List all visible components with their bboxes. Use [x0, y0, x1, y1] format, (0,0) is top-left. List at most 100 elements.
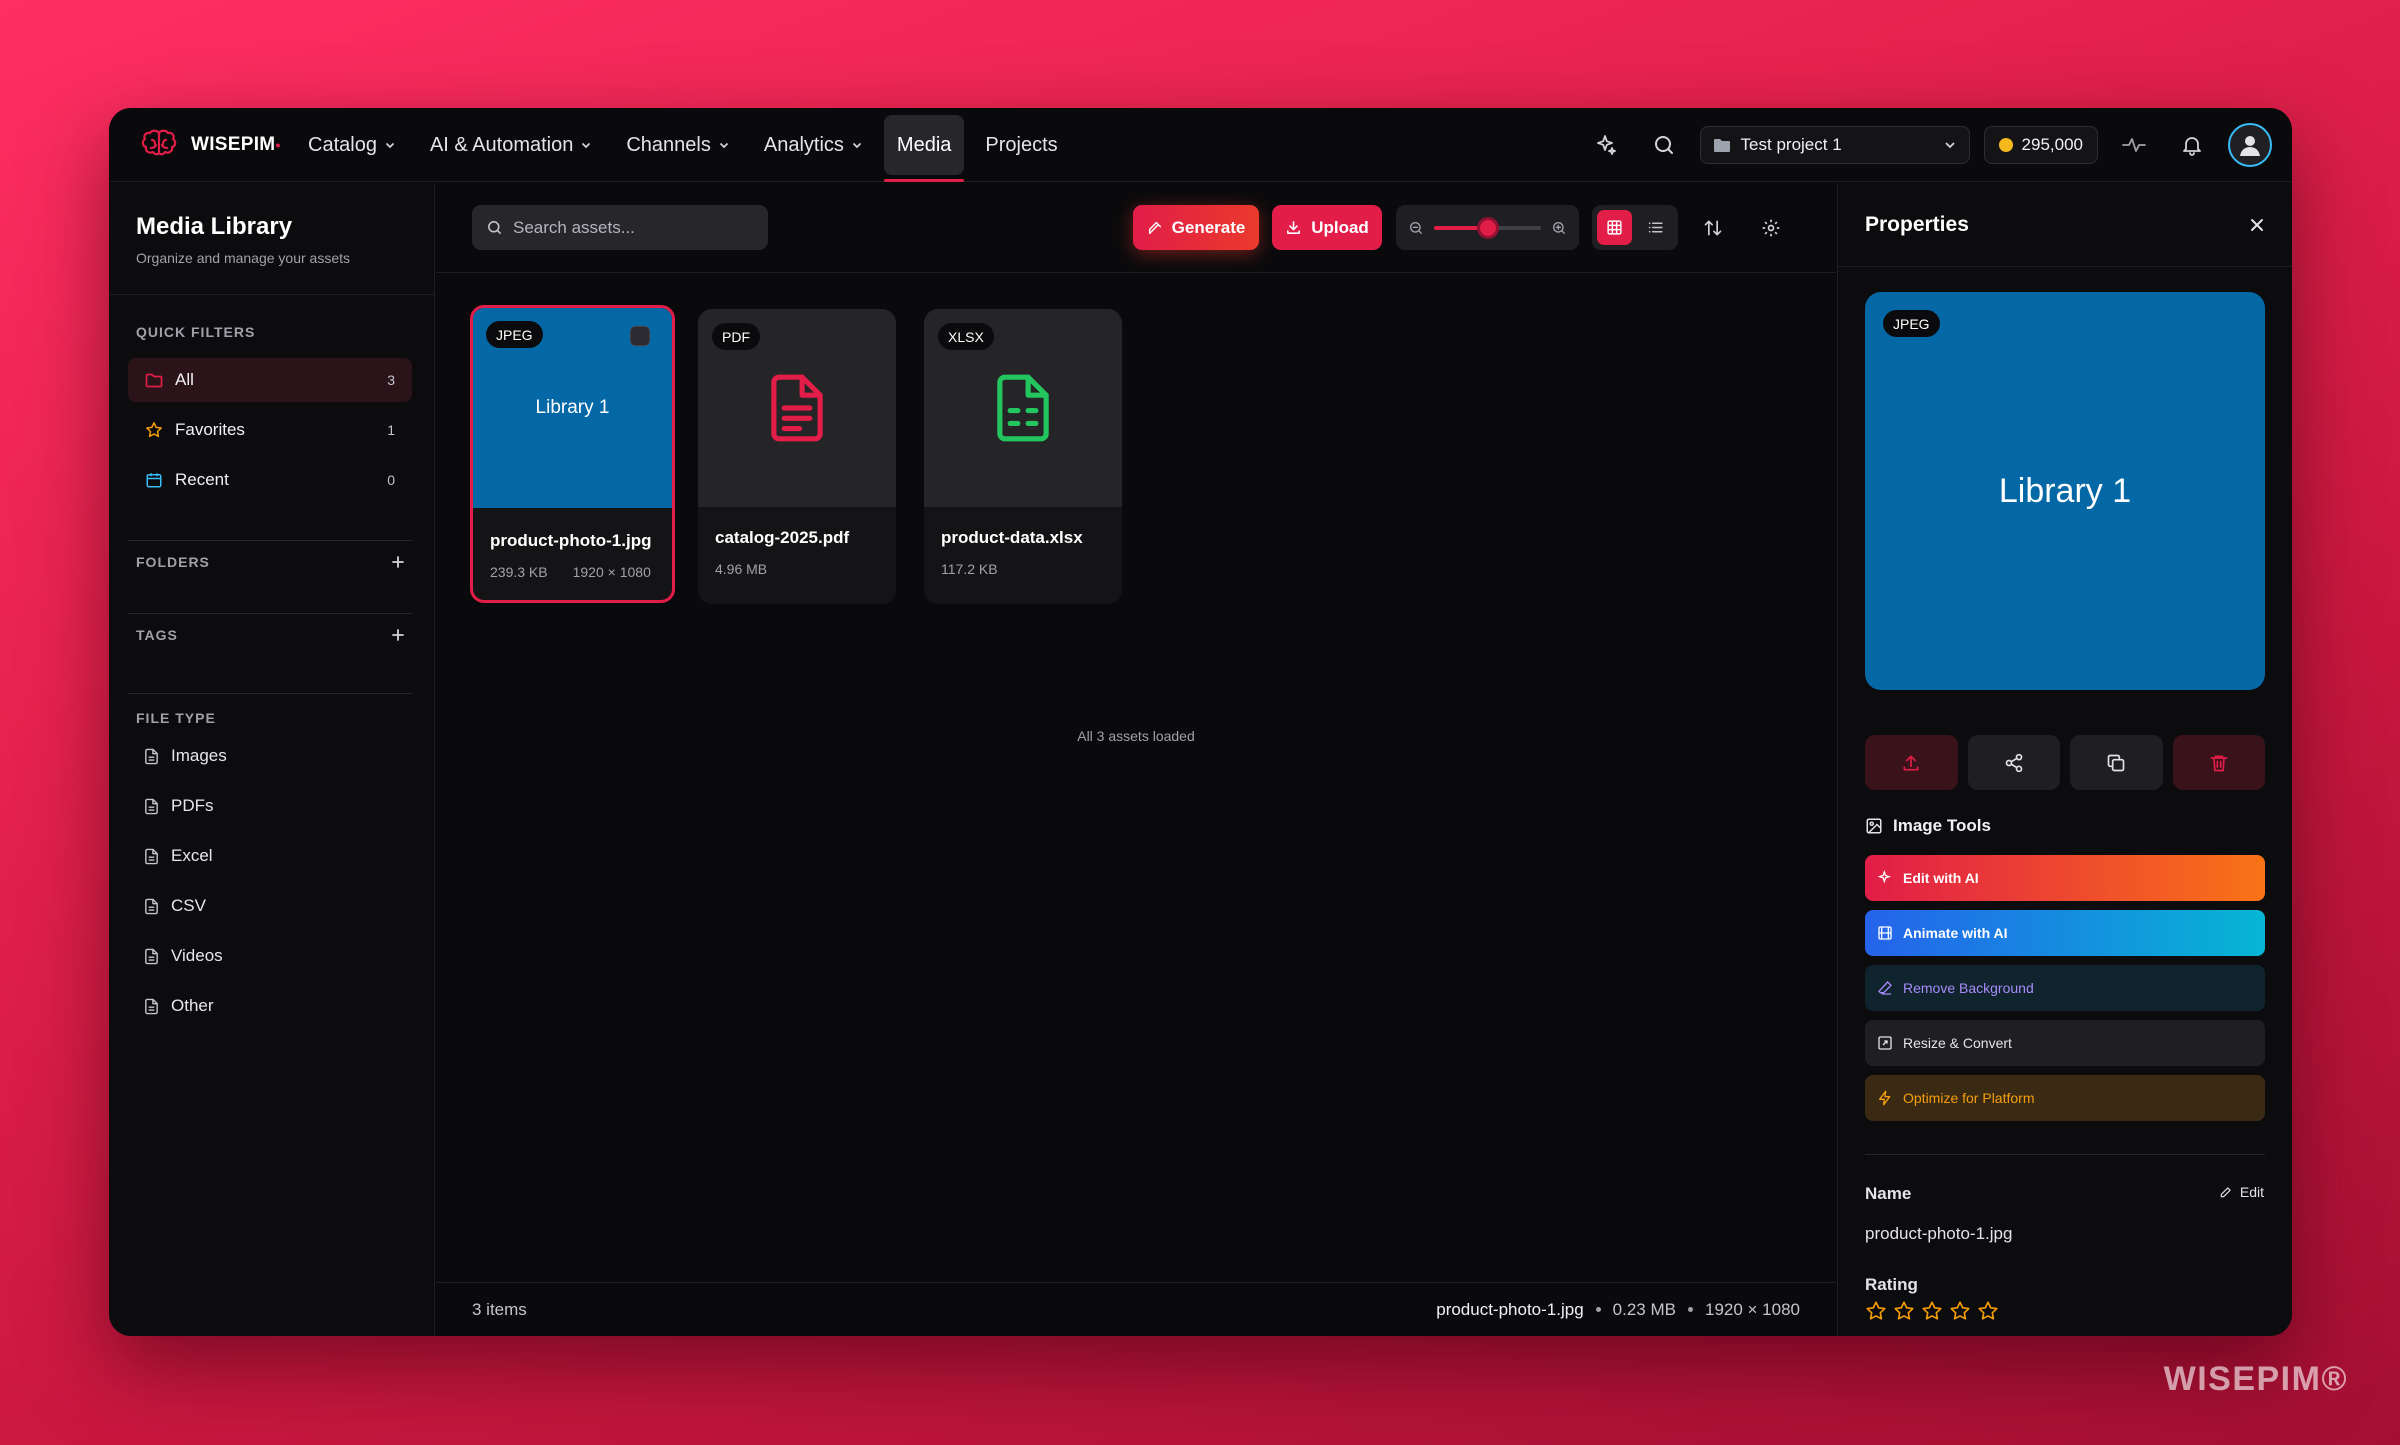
file-type-label: Images — [171, 746, 227, 765]
chevron-down-icon — [580, 139, 592, 151]
nav-item-catalog[interactable]: Catalog — [295, 115, 409, 175]
nav-item-ai-automation[interactable]: AI & Automation — [417, 115, 605, 175]
file-icon — [144, 748, 159, 765]
nav-item-label: Projects — [985, 133, 1058, 156]
image-tools-header: Image Tools — [1865, 816, 1991, 836]
export-button[interactable] — [1865, 735, 1958, 790]
optimize-platform-button[interactable]: Optimize for Platform — [1865, 1075, 2265, 1121]
add-tag-button[interactable] — [390, 627, 406, 643]
generate-button[interactable]: Generate — [1133, 205, 1259, 250]
close-icon[interactable] — [2249, 217, 2265, 233]
zoom-slider[interactable] — [1434, 216, 1541, 239]
asset-size: 239.3 KB — [490, 564, 548, 580]
nav-item-analytics[interactable]: Analytics — [751, 115, 876, 175]
ai-sparkles-button[interactable] — [1584, 123, 1628, 167]
properties-panel: Properties JPEG Library 1 Image Tools Ed… — [1837, 183, 2292, 1336]
zoom-out-icon[interactable] — [1408, 220, 1424, 236]
search-icon — [1652, 133, 1676, 157]
star-icon[interactable] — [1893, 1300, 1915, 1322]
credits-value: 295,000 — [2021, 135, 2083, 154]
activity-button[interactable] — [2112, 123, 2156, 167]
file-icon — [144, 898, 159, 915]
pencil-icon — [2219, 1185, 2233, 1199]
user-avatar[interactable] — [2228, 123, 2272, 167]
resize-convert-button[interactable]: Resize & Convert — [1865, 1020, 2265, 1066]
grid-view-button[interactable] — [1597, 210, 1632, 245]
pdf-file-icon — [766, 372, 828, 444]
remove-background-button[interactable]: Remove Background — [1865, 965, 2265, 1011]
delete-button[interactable] — [2172, 735, 2265, 790]
zoom-in-icon[interactable] — [1551, 220, 1567, 236]
asset-preview: JPEG Library 1 — [1865, 292, 2265, 690]
star-icon[interactable] — [1949, 1300, 1971, 1322]
add-folder-button[interactable] — [390, 554, 406, 570]
chevron-down-icon — [384, 139, 396, 151]
nav-item-label: Analytics — [763, 133, 844, 156]
folders-label: FOLDERS — [136, 554, 210, 570]
star-icon[interactable] — [1921, 1300, 1943, 1322]
sort-button[interactable] — [1690, 205, 1735, 250]
sparkles-icon — [1877, 870, 1893, 886]
media-sidebar: Media Library Organize and manage your a… — [109, 183, 435, 1336]
file-icon — [144, 848, 159, 865]
settings-button[interactable] — [1748, 205, 1793, 250]
filter-recent[interactable]: Recent 0 — [128, 458, 412, 502]
logo[interactable]: WISEPIM• — [139, 108, 281, 182]
notifications-button[interactable] — [2170, 123, 2214, 167]
asset-dimensions: 1920 × 1080 — [572, 564, 651, 580]
share-button[interactable] — [1967, 735, 2060, 790]
name-label: Name — [1865, 1184, 1912, 1203]
filter-label: Favorites — [175, 420, 245, 439]
star-icon[interactable] — [1865, 1300, 1887, 1322]
file-type-videos[interactable]: Videos — [144, 946, 223, 966]
file-type-csv[interactable]: CSV — [144, 896, 206, 916]
asset-size: 4.96 MB — [715, 561, 768, 577]
activity-icon — [2121, 133, 2147, 157]
folders-section: FOLDERS — [136, 554, 406, 570]
asset-size: 117.2 KB — [941, 561, 998, 577]
edit-with-ai-button[interactable]: Edit with AI — [1865, 855, 2265, 901]
file-type-images[interactable]: Images — [144, 746, 227, 766]
zoom-control — [1396, 205, 1579, 250]
download-icon — [1285, 219, 1302, 236]
global-search-button[interactable] — [1642, 123, 1686, 167]
file-icon — [144, 948, 159, 965]
divider — [128, 613, 412, 614]
list-view-button[interactable] — [1638, 210, 1673, 245]
asset-name: product-photo-1.jpg — [490, 531, 652, 550]
asset-card[interactable]: Library 1 JPEG product-photo-1.jpg 239.3… — [470, 305, 675, 603]
file-type-excel[interactable]: Excel — [144, 846, 213, 866]
asset-meta: 4.96 MB — [715, 561, 767, 577]
nav-item-media[interactable]: Media — [883, 115, 965, 182]
generate-label: Generate — [1171, 217, 1246, 237]
file-type-pdfs[interactable]: PDFs — [144, 796, 214, 816]
chevron-down-icon — [851, 139, 863, 151]
filter-all[interactable]: All 3 — [128, 358, 412, 402]
nav-item-projects[interactable]: Projects — [972, 115, 1070, 175]
star-icon[interactable] — [1977, 1300, 1999, 1322]
credits-badge[interactable]: 295,000 — [1983, 126, 2098, 164]
tool-label: Optimize for Platform — [1903, 1090, 2035, 1106]
nav-item-channels[interactable]: Channels — [613, 115, 743, 175]
folder-icon — [1713, 137, 1731, 153]
search-box[interactable] — [472, 205, 768, 250]
animate-with-ai-button[interactable]: Animate with AI — [1865, 910, 2265, 956]
filter-favorites[interactable]: Favorites 1 — [128, 408, 412, 452]
edit-name-button[interactable]: Edit — [2219, 1184, 2264, 1200]
zoom-slider-handle[interactable] — [1476, 216, 1499, 239]
asset-card[interactable]: PDF catalog-2025.pdf 4.96 MB — [698, 309, 896, 604]
file-type-other[interactable]: Other — [144, 996, 214, 1016]
sort-arrows-icon — [1703, 218, 1723, 238]
watermark: WISEPIM® — [2163, 1360, 2348, 1398]
tool-label: Resize & Convert — [1903, 1035, 2012, 1051]
asset-name: product-data.xlsx — [941, 528, 1083, 547]
resize-icon — [1877, 1035, 1893, 1051]
asset-card[interactable]: XLSX product-data.xlsx 117.2 KB — [924, 309, 1122, 604]
project-selector[interactable]: Test project 1 — [1699, 126, 1970, 164]
file-type-badge: XLSX — [938, 323, 994, 350]
view-mode-toggle — [1592, 205, 1678, 250]
duplicate-button[interactable] — [2070, 735, 2163, 790]
select-checkbox[interactable] — [630, 326, 650, 346]
upload-button[interactable]: Upload — [1272, 205, 1382, 250]
search-input[interactable] — [513, 217, 753, 238]
